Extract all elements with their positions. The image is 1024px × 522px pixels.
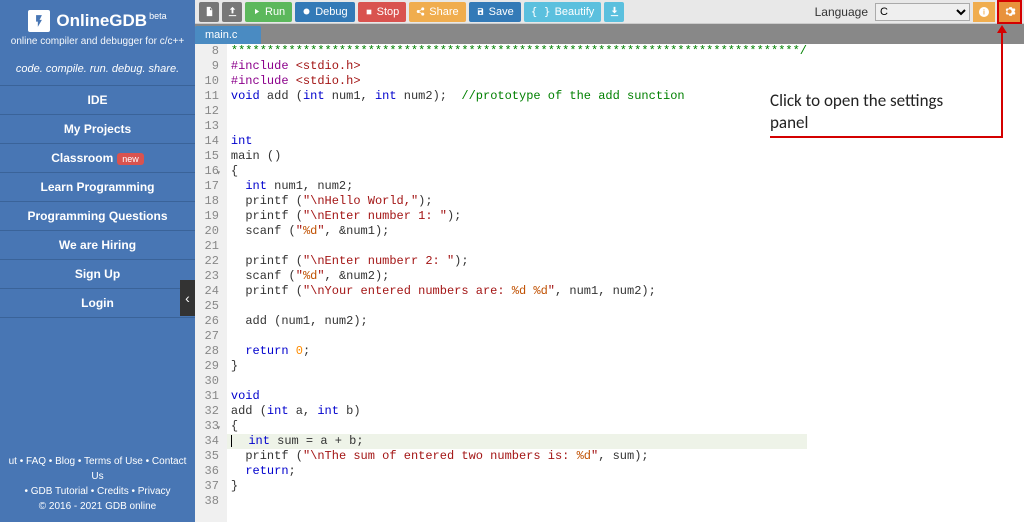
nav-item-my-projects[interactable]: My Projects — [0, 115, 195, 144]
footer-links-2[interactable]: • GDB Tutorial • Credits • Privacy — [4, 484, 191, 499]
code-line[interactable]: printf ("\nHello World,"); — [227, 194, 807, 209]
sidebar-footer: ut • FAQ • Blog • Terms of Use • Contact… — [0, 448, 195, 522]
tab-bar: main.c — [195, 24, 1024, 44]
nav-item-login[interactable]: Login — [0, 289, 195, 318]
logo-icon — [28, 10, 50, 32]
code-line[interactable]: main () — [227, 149, 807, 164]
download-button[interactable] — [604, 2, 624, 22]
code-line[interactable]: #include <stdio.h> — [227, 59, 807, 74]
tab-main-c[interactable]: main.c — [195, 26, 261, 44]
brand: OnlineGDBbeta — [56, 11, 166, 31]
code-line[interactable]: void — [227, 389, 807, 404]
code-line[interactable] — [227, 299, 807, 314]
code-line[interactable] — [227, 239, 807, 254]
svg-text:i: i — [983, 9, 985, 16]
code-line[interactable]: add (num1, num2); — [227, 314, 807, 329]
share-button[interactable]: Share — [409, 2, 465, 22]
code-line[interactable] — [227, 329, 807, 344]
run-button[interactable]: Run — [245, 2, 292, 22]
new-badge: new — [117, 153, 144, 165]
code-line[interactable]: printf ("\nEnter number 1: "); — [227, 209, 807, 224]
sidebar-nav: IDEMy ProjectsClassroomnewLearn Programm… — [0, 86, 195, 318]
code-line[interactable]: int — [227, 134, 807, 149]
nav-item-sign-up[interactable]: Sign Up — [0, 260, 195, 289]
annotation-text: Click to open the settings panel — [770, 90, 980, 134]
line-gutter: 8910111213141516▾17181920212223242526272… — [195, 44, 227, 522]
code-line[interactable]: printf ("\nEnter numberr 2: "); — [227, 254, 807, 269]
info-button[interactable]: i — [973, 2, 995, 22]
brand-subtitle: online compiler and debugger for c/c++ — [8, 36, 187, 47]
sidebar-collapse-button[interactable]: ‹ — [180, 280, 195, 316]
code-line[interactable]: scanf ("%d", &num1); — [227, 224, 807, 239]
nav-item-learn-programming[interactable]: Learn Programming — [0, 173, 195, 202]
language-label: Language — [815, 5, 868, 19]
code-line[interactable] — [227, 104, 807, 119]
save-button[interactable]: Save — [469, 2, 521, 22]
tagline: code. compile. run. debug. share. — [0, 53, 195, 86]
settings-button[interactable] — [998, 2, 1020, 22]
new-file-button[interactable] — [199, 2, 219, 22]
code-line[interactable]: scanf ("%d", &num2); — [227, 269, 807, 284]
upload-button[interactable] — [222, 2, 242, 22]
code-line[interactable]: int num1, num2; — [227, 179, 807, 194]
stop-button[interactable]: Stop — [358, 2, 407, 22]
code-line[interactable]: printf ("\nYour entered numbers are: %d … — [227, 284, 807, 299]
nav-item-programming-questions[interactable]: Programming Questions — [0, 202, 195, 231]
beautify-button[interactable]: { }Beautify — [524, 2, 602, 22]
sidebar-header: OnlineGDBbeta online compiler and debugg… — [0, 0, 195, 53]
footer-copyright: © 2016 - 2021 GDB online — [4, 499, 191, 514]
code-line[interactable]: return; — [227, 464, 807, 479]
code-line[interactable] — [227, 119, 807, 134]
code-line[interactable]: ****************************************… — [227, 44, 807, 59]
footer-links-1[interactable]: ut • FAQ • Blog • Terms of Use • Contact… — [4, 454, 191, 484]
code-line[interactable] — [227, 494, 807, 509]
code-line[interactable]: add (int a, int b) — [227, 404, 807, 419]
nav-item-ide[interactable]: IDE — [0, 86, 195, 115]
debug-button[interactable]: Debug — [295, 2, 354, 22]
nav-item-we-are-hiring[interactable]: We are Hiring — [0, 231, 195, 260]
code-line[interactable]: { — [227, 419, 807, 434]
code-area[interactable]: ****************************************… — [227, 44, 807, 522]
nav-item-classroom[interactable]: Classroomnew — [0, 144, 195, 173]
code-line[interactable]: } — [227, 479, 807, 494]
language-select[interactable]: C — [875, 3, 970, 21]
code-editor[interactable]: 8910111213141516▾17181920212223242526272… — [195, 44, 807, 522]
code-line[interactable]: void add (int num1, int num2); //prototy… — [227, 89, 807, 104]
toolbar: Run Debug Stop Share Save { }Beautify La… — [195, 0, 1024, 24]
annotation-arrow-head — [997, 25, 1007, 33]
code-line[interactable]: } — [227, 359, 807, 374]
code-line[interactable]: int sum = a + b; — [227, 434, 807, 449]
code-line[interactable]: { — [227, 164, 807, 179]
code-line[interactable]: return 0; — [227, 344, 807, 359]
sidebar: OnlineGDBbeta online compiler and debugg… — [0, 0, 195, 522]
code-line[interactable] — [227, 374, 807, 389]
annotation-arrow — [770, 136, 1003, 138]
annotation-arrow — [1001, 28, 1003, 138]
code-line[interactable]: #include <stdio.h> — [227, 74, 807, 89]
code-line[interactable]: printf ("\nThe sum of entered two number… — [227, 449, 807, 464]
